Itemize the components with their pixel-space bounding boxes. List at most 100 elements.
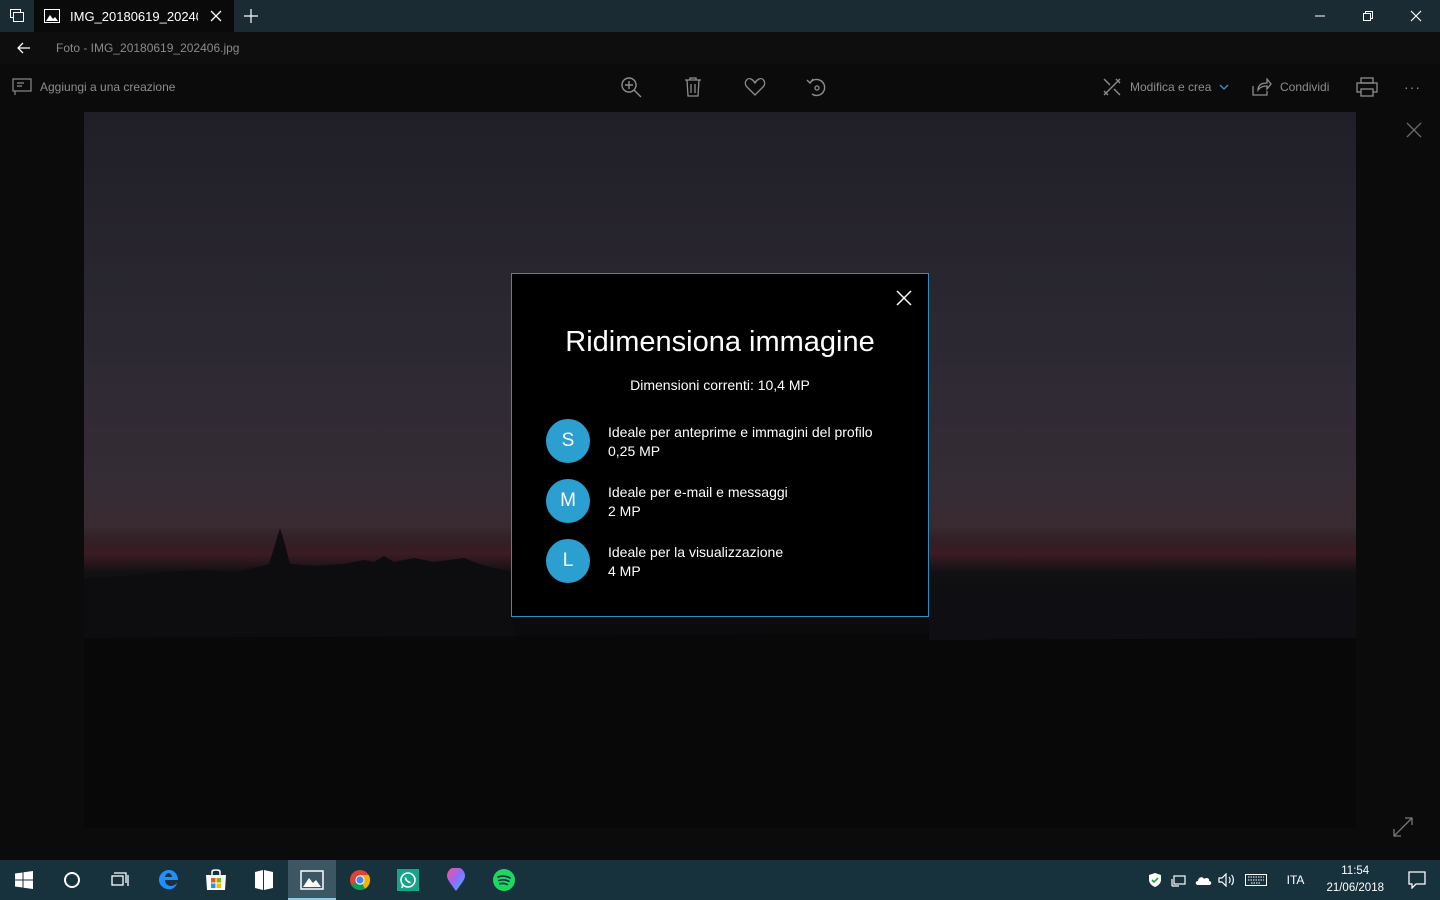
current-size: Dimensioni correnti: 10,4 MP <box>630 377 810 393</box>
back-button[interactable] <box>0 32 48 64</box>
news-taskbar-button[interactable] <box>240 860 288 900</box>
size-option-label: Ideale per la visualizzazione <box>608 543 784 560</box>
spotify-taskbar-button[interactable] <box>480 860 528 900</box>
photos-app-window: IMG_20180619_202406 Foto - IMG_20180619_… <box>0 0 1440 900</box>
share-button[interactable]: Condividi <box>1252 64 1329 110</box>
new-tab-button[interactable] <box>234 0 268 32</box>
chrome-taskbar-button[interactable] <box>336 860 384 900</box>
title-bar: IMG_20180619_202406 <box>0 0 1440 32</box>
app-title: Foto - IMG_20180619_202406.jpg <box>56 41 240 55</box>
tab-close-button[interactable] <box>208 8 224 24</box>
zoom-icon <box>621 77 642 98</box>
edit-create-label: Modifica e crea <box>1130 80 1212 94</box>
tab-active[interactable]: IMG_20180619_202406 <box>34 0 234 32</box>
network-icon <box>1171 875 1186 887</box>
share-label: Condividi <box>1280 80 1330 94</box>
size-option-medium[interactable]: M Ideale per e-mail e messaggi 2 MP <box>546 478 916 524</box>
add-to-creation-button[interactable]: Aggiungi a una creazione <box>12 64 175 110</box>
cortana-button[interactable] <box>48 860 96 900</box>
restore-icon <box>1363 11 1373 21</box>
task-view-button[interactable] <box>96 860 144 900</box>
maps-taskbar-button[interactable] <box>432 860 480 900</box>
clock[interactable]: 11:54 21/06/2018 <box>1326 863 1384 897</box>
size-option-label: Ideale per e-mail e messaggi <box>608 483 788 500</box>
add-to-creation-icon <box>12 78 32 95</box>
more-label: ··· <box>1404 79 1421 95</box>
system-tray: ITA 11:54 21/06/2018 <box>1143 860 1440 900</box>
heart-icon <box>744 77 766 96</box>
cortana-icon <box>64 872 80 888</box>
size-option-text: Ideale per anteprime e immagini del prof… <box>608 424 873 459</box>
delete-button[interactable] <box>662 64 724 110</box>
delete-icon <box>685 77 701 97</box>
clock-date: 21/06/2018 <box>1326 882 1384 894</box>
edge-icon <box>159 870 178 890</box>
tab-switch-icon <box>10 9 24 22</box>
minimize-button[interactable] <box>1296 0 1344 32</box>
size-option-large[interactable]: L Ideale per la visualizzazione 4 MP <box>546 538 916 584</box>
taskbar: ITA 11:54 21/06/2018 <box>0 860 1440 900</box>
store-icon <box>206 869 226 890</box>
news-icon <box>255 870 273 890</box>
size-option-value: 2 MP <box>608 502 641 519</box>
rotate-icon <box>806 78 826 97</box>
more-button[interactable]: ··· <box>1404 64 1421 110</box>
back-arrow-icon <box>17 42 30 54</box>
volume-tray-button[interactable] <box>1215 873 1239 887</box>
restore-button[interactable] <box>1344 0 1392 32</box>
center-tools <box>600 64 848 110</box>
photo-toolbar: Aggiungi a una creazione Modifica e crea… <box>0 64 1440 110</box>
whatsapp-icon <box>397 869 419 891</box>
close-icon <box>1406 122 1422 138</box>
edge-taskbar-button[interactable] <box>144 860 192 900</box>
print-icon <box>1356 77 1378 97</box>
size-letter-badge: L <box>546 539 590 583</box>
photos-icon <box>300 870 324 890</box>
rotate-button[interactable] <box>786 64 848 110</box>
onedrive-icon <box>1195 877 1211 885</box>
zoom-button[interactable] <box>600 64 662 110</box>
whatsapp-taskbar-button[interactable] <box>384 860 432 900</box>
close-icon <box>896 290 912 306</box>
share-icon <box>1252 78 1272 96</box>
size-option-text: Ideale per e-mail e messaggi 2 MP <box>608 484 788 519</box>
dialog-close-button[interactable] <box>892 286 916 310</box>
touch-keyboard-button[interactable] <box>1239 874 1273 886</box>
onedrive-tray-button[interactable] <box>1191 874 1215 886</box>
maps-icon <box>447 868 465 891</box>
size-letter-badge: S <box>546 419 590 463</box>
favorite-button[interactable] <box>724 64 786 110</box>
dialog-title: Ridimensiona immagine <box>565 326 875 358</box>
photos-taskbar-button[interactable] <box>288 860 336 900</box>
size-option-text: Ideale per la visualizzazione 4 MP <box>608 544 783 579</box>
side-panel-close-button[interactable] <box>1402 118 1426 142</box>
size-option-small[interactable]: S Ideale per anteprime e immagini del pr… <box>546 418 916 464</box>
notification-icon <box>1408 871 1426 889</box>
store-taskbar-button[interactable] <box>192 860 240 900</box>
size-option-label: Ideale per anteprime e immagini del prof… <box>608 423 873 440</box>
add-to-creation-label: Aggiungi a una creazione <box>40 80 176 94</box>
image-icon <box>44 9 60 23</box>
size-letter-badge: M <box>546 479 590 523</box>
close-window-button[interactable] <box>1392 0 1440 32</box>
security-tray-button[interactable] <box>1143 872 1167 888</box>
full-screen-button[interactable] <box>1390 814 1416 840</box>
window-controls <box>1296 0 1440 32</box>
tab-title: IMG_20180619_202406 <box>70 8 198 24</box>
tab-switch-button[interactable] <box>0 0 34 32</box>
action-center-button[interactable] <box>1394 871 1440 889</box>
windows-start-icon <box>15 871 33 889</box>
shield-icon <box>1148 873 1161 887</box>
expand-icon <box>1393 817 1413 837</box>
input-language[interactable]: ITA <box>1287 873 1305 887</box>
volume-icon <box>1218 873 1234 887</box>
edit-create-button[interactable]: Modifica e crea <box>1102 64 1229 110</box>
keyboard-icon <box>1244 874 1267 886</box>
print-button[interactable] <box>1356 64 1378 110</box>
size-option-value: 4 MP <box>608 562 641 579</box>
start-button[interactable] <box>0 860 48 900</box>
app-header: Foto - IMG_20180619_202406.jpg <box>0 32 1440 64</box>
spotify-icon <box>493 869 515 891</box>
resize-dialog: Ridimensiona immagine Dimensioni corrent… <box>511 273 929 617</box>
network-tray-button[interactable] <box>1167 873 1191 887</box>
